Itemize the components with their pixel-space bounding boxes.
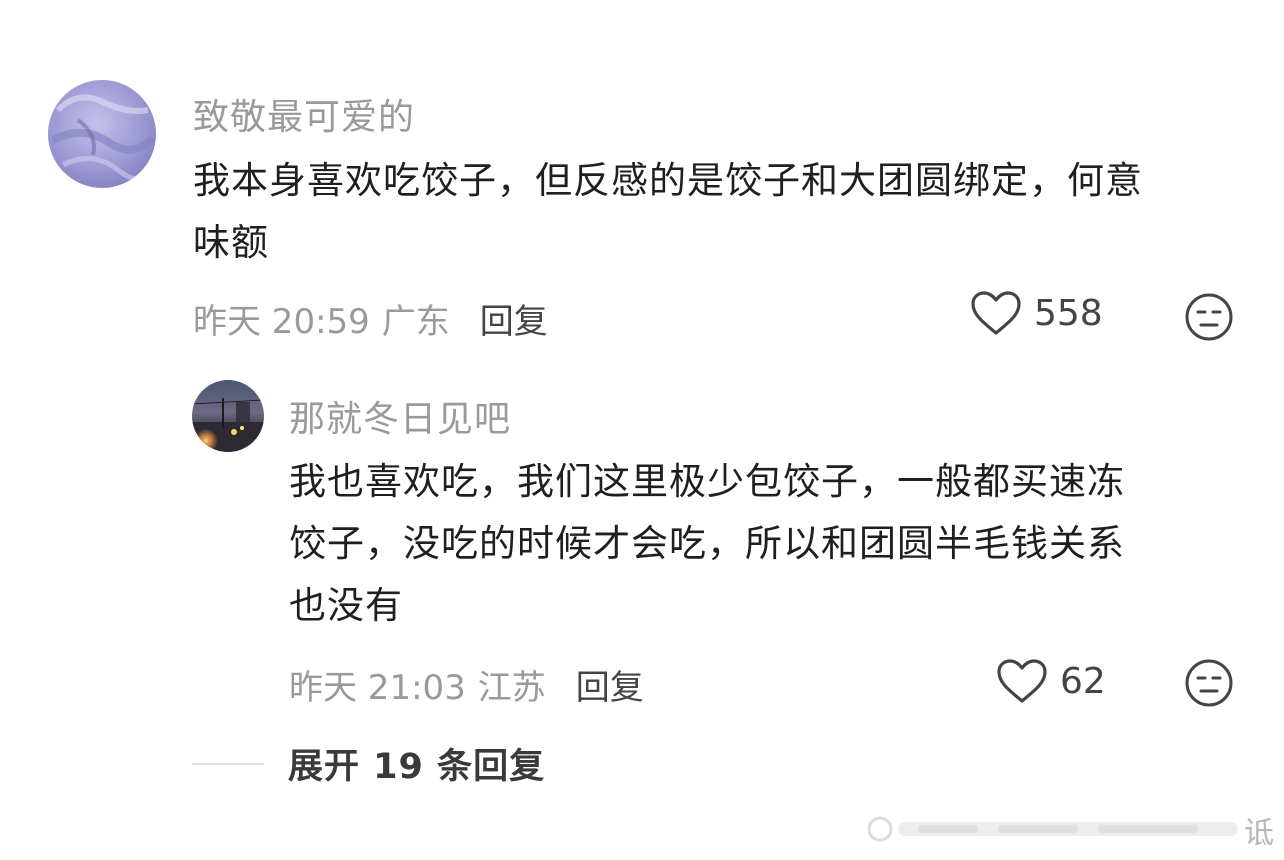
comment-meta: 昨天 21:03 江苏 回复 <box>289 660 644 709</box>
comment-text: 我也喜欢吃，我们这里极少包饺子，一般都买速冻 饺子，没吃的时候才会吃，所以和团圆… <box>289 451 1249 637</box>
username[interactable]: 致敬最可爱的 <box>193 88 415 140</box>
like-button[interactable]: 62 <box>996 658 1106 704</box>
location: 江苏 <box>477 668 546 708</box>
avatar[interactable] <box>192 380 264 452</box>
comment-meta: 昨天 20:59 广东 回复 <box>193 294 548 343</box>
meh-face-icon <box>1185 659 1233 707</box>
meh-face-icon <box>1185 293 1233 341</box>
watermark-char: 诋 <box>1244 816 1274 851</box>
watermark-logo <box>868 816 1238 842</box>
expand-replies-label: 展开 19 条回复 <box>288 747 546 787</box>
heart-outline-icon <box>997 659 1047 703</box>
timestamp: 昨天 21:03 <box>289 668 466 708</box>
comment-text-line: 我也喜欢吃，我们这里极少包饺子，一般都买速冻 <box>289 460 1125 503</box>
comment-thread: 致敬最可爱的 我本身喜欢吃饺子，但反感的是饺子和大团圆绑定，何意 味额 昨天 2… <box>0 0 1284 860</box>
expand-replies-button[interactable]: 展开 19 条回复 <box>192 738 545 789</box>
avatar[interactable] <box>48 80 156 188</box>
reply-button[interactable]: 回复 <box>480 294 548 343</box>
like-count: 558 <box>1034 292 1103 334</box>
dislike-button[interactable] <box>1184 658 1234 708</box>
timestamp: 昨天 20:59 <box>193 302 370 342</box>
location: 广东 <box>381 302 450 342</box>
dislike-button[interactable] <box>1184 292 1234 342</box>
comment-text-line: 饺子，没吃的时候才会吃，所以和团圆半毛钱关系 <box>289 522 1125 565</box>
comment-text-line: 味额 <box>193 221 269 264</box>
comment-text-line: 我本身喜欢吃饺子，但反感的是饺子和大团圆绑定，何意 <box>193 159 1143 202</box>
username[interactable]: 那就冬日见吧 <box>289 390 511 442</box>
comment-text-line: 也没有 <box>289 584 403 627</box>
like-button[interactable]: 558 <box>970 290 1103 336</box>
like-count: 62 <box>1060 660 1106 702</box>
heart-outline-icon <box>971 291 1021 335</box>
reply-button[interactable]: 回复 <box>576 660 644 709</box>
divider <box>192 762 264 765</box>
comment-text: 我本身喜欢吃饺子，但反感的是饺子和大团圆绑定，何意 味额 <box>193 150 1253 274</box>
